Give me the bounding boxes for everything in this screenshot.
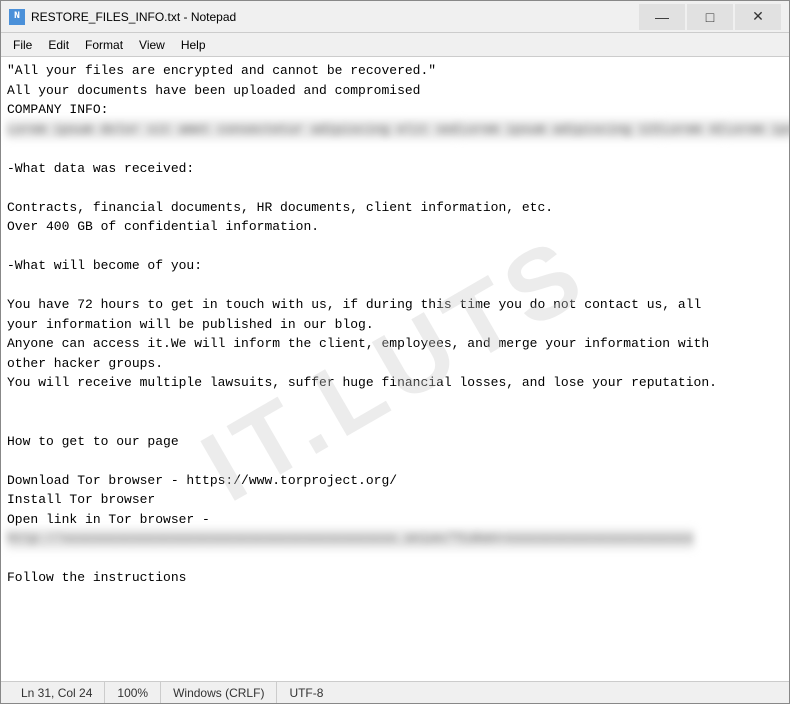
menu-edit[interactable]: Edit: [40, 33, 77, 56]
notepad-window: N RESTORE_FILES_INFO.txt - Notepad — □ ✕…: [0, 0, 790, 704]
close-button[interactable]: ✕: [735, 4, 781, 30]
menu-bar: File Edit Format View Help: [1, 33, 789, 57]
window-controls: — □ ✕: [639, 4, 781, 30]
app-icon: N: [9, 9, 25, 25]
editor-area: IT.LUTS"All your files are encrypted and…: [1, 57, 789, 681]
status-bar: Ln 31, Col 24 100% Windows (CRLF) UTF-8: [1, 681, 789, 703]
status-line-ending: Windows (CRLF): [161, 682, 277, 703]
status-ln-col: Ln 31, Col 24: [9, 682, 105, 703]
menu-file[interactable]: File: [5, 33, 40, 56]
menu-format[interactable]: Format: [77, 33, 131, 56]
window-title: RESTORE_FILES_INFO.txt - Notepad: [31, 10, 639, 24]
status-zoom: 100%: [105, 682, 161, 703]
status-encoding: UTF-8: [277, 682, 335, 703]
title-bar: N RESTORE_FILES_INFO.txt - Notepad — □ ✕: [1, 1, 789, 33]
menu-help[interactable]: Help: [173, 33, 214, 56]
minimize-button[interactable]: —: [639, 4, 685, 30]
maximize-button[interactable]: □: [687, 4, 733, 30]
text-editor[interactable]: IT.LUTS"All your files are encrypted and…: [1, 57, 789, 681]
menu-view[interactable]: View: [131, 33, 173, 56]
